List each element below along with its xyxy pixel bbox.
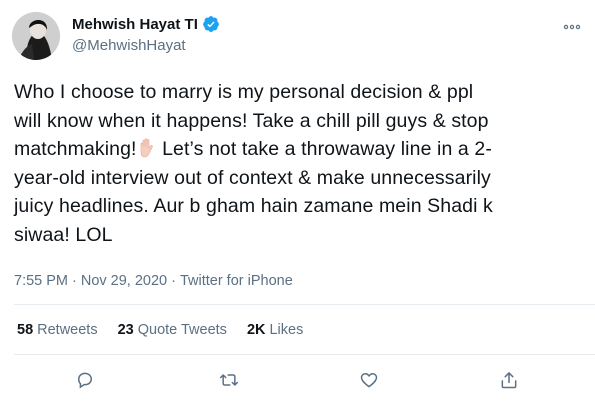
meta-separator: · <box>171 273 176 289</box>
retweet-button[interactable] <box>217 368 241 392</box>
author-display-name[interactable]: Mehwish Hayat TI <box>72 16 198 33</box>
author-handle[interactable]: @MehwishHayat <box>72 37 186 54</box>
tweet-line: juicy headlines. Aur b gham hain zamane … <box>14 195 493 217</box>
raised-hand-emoji-icon <box>140 138 153 158</box>
more-dots-icon <box>563 24 581 30</box>
reply-button[interactable] <box>73 368 97 392</box>
tweet-line-segment: matchmaking! <box>14 138 137 160</box>
tweet-time[interactable]: 7:55 PM <box>14 273 68 289</box>
quote-tweets-label: Quote Tweets <box>137 322 227 338</box>
avatar[interactable] <box>12 12 60 60</box>
retweets-label: Retweets <box>37 322 98 338</box>
quote-tweets-count: 23 <box>117 322 134 338</box>
tweet-source[interactable]: Twitter for iPhone <box>180 273 293 289</box>
like-button[interactable] <box>357 368 381 392</box>
share-button[interactable] <box>497 368 521 392</box>
verified-badge-icon <box>202 16 219 32</box>
retweet-icon <box>219 374 239 386</box>
tweet-text: Who I choose to marry is my personal dec… <box>14 78 586 249</box>
tweet-line-segment: Let’s not take a throwaway line in a 2- <box>156 138 492 160</box>
likes-stat[interactable]: 2K Likes <box>247 322 303 338</box>
likes-label: Likes <box>269 322 304 338</box>
tweet-line: Who I choose to marry is my personal dec… <box>14 81 474 103</box>
tweet-line: will know when it happens! Take a chill … <box>14 109 489 132</box>
retweets-stat[interactable]: 58 Retweets <box>17 322 98 338</box>
heart-icon <box>360 373 378 388</box>
likes-count: 2K <box>246 322 266 338</box>
tweet-line: matchmaking! Let’s not take a throwaway … <box>14 135 586 164</box>
quote-tweets-stat[interactable]: 23 Quote Tweets <box>118 322 227 338</box>
tweet-stats: 58 Retweets 23 Quote Tweets 2K Likes <box>17 322 303 338</box>
reply-icon <box>77 372 93 389</box>
tweet-line: year-old interview out of context & make… <box>14 166 491 189</box>
share-icon <box>501 372 517 389</box>
tweet-actions <box>0 368 595 394</box>
tweet-date[interactable]: Nov 29, 2020 <box>81 273 167 289</box>
tweet-meta: 7:55 PM · Nov 29, 2020 · Twitter for iPh… <box>14 273 293 289</box>
retweets-count: 58 <box>17 322 34 338</box>
avatar-image <box>12 12 60 60</box>
tweet-line: siwaa! LOL <box>14 223 113 246</box>
more-options-button[interactable] <box>563 18 581 36</box>
author-name-row[interactable]: Mehwish Hayat TI <box>72 15 220 33</box>
divider <box>14 354 595 355</box>
meta-separator: · <box>72 273 77 289</box>
divider <box>14 304 595 305</box>
